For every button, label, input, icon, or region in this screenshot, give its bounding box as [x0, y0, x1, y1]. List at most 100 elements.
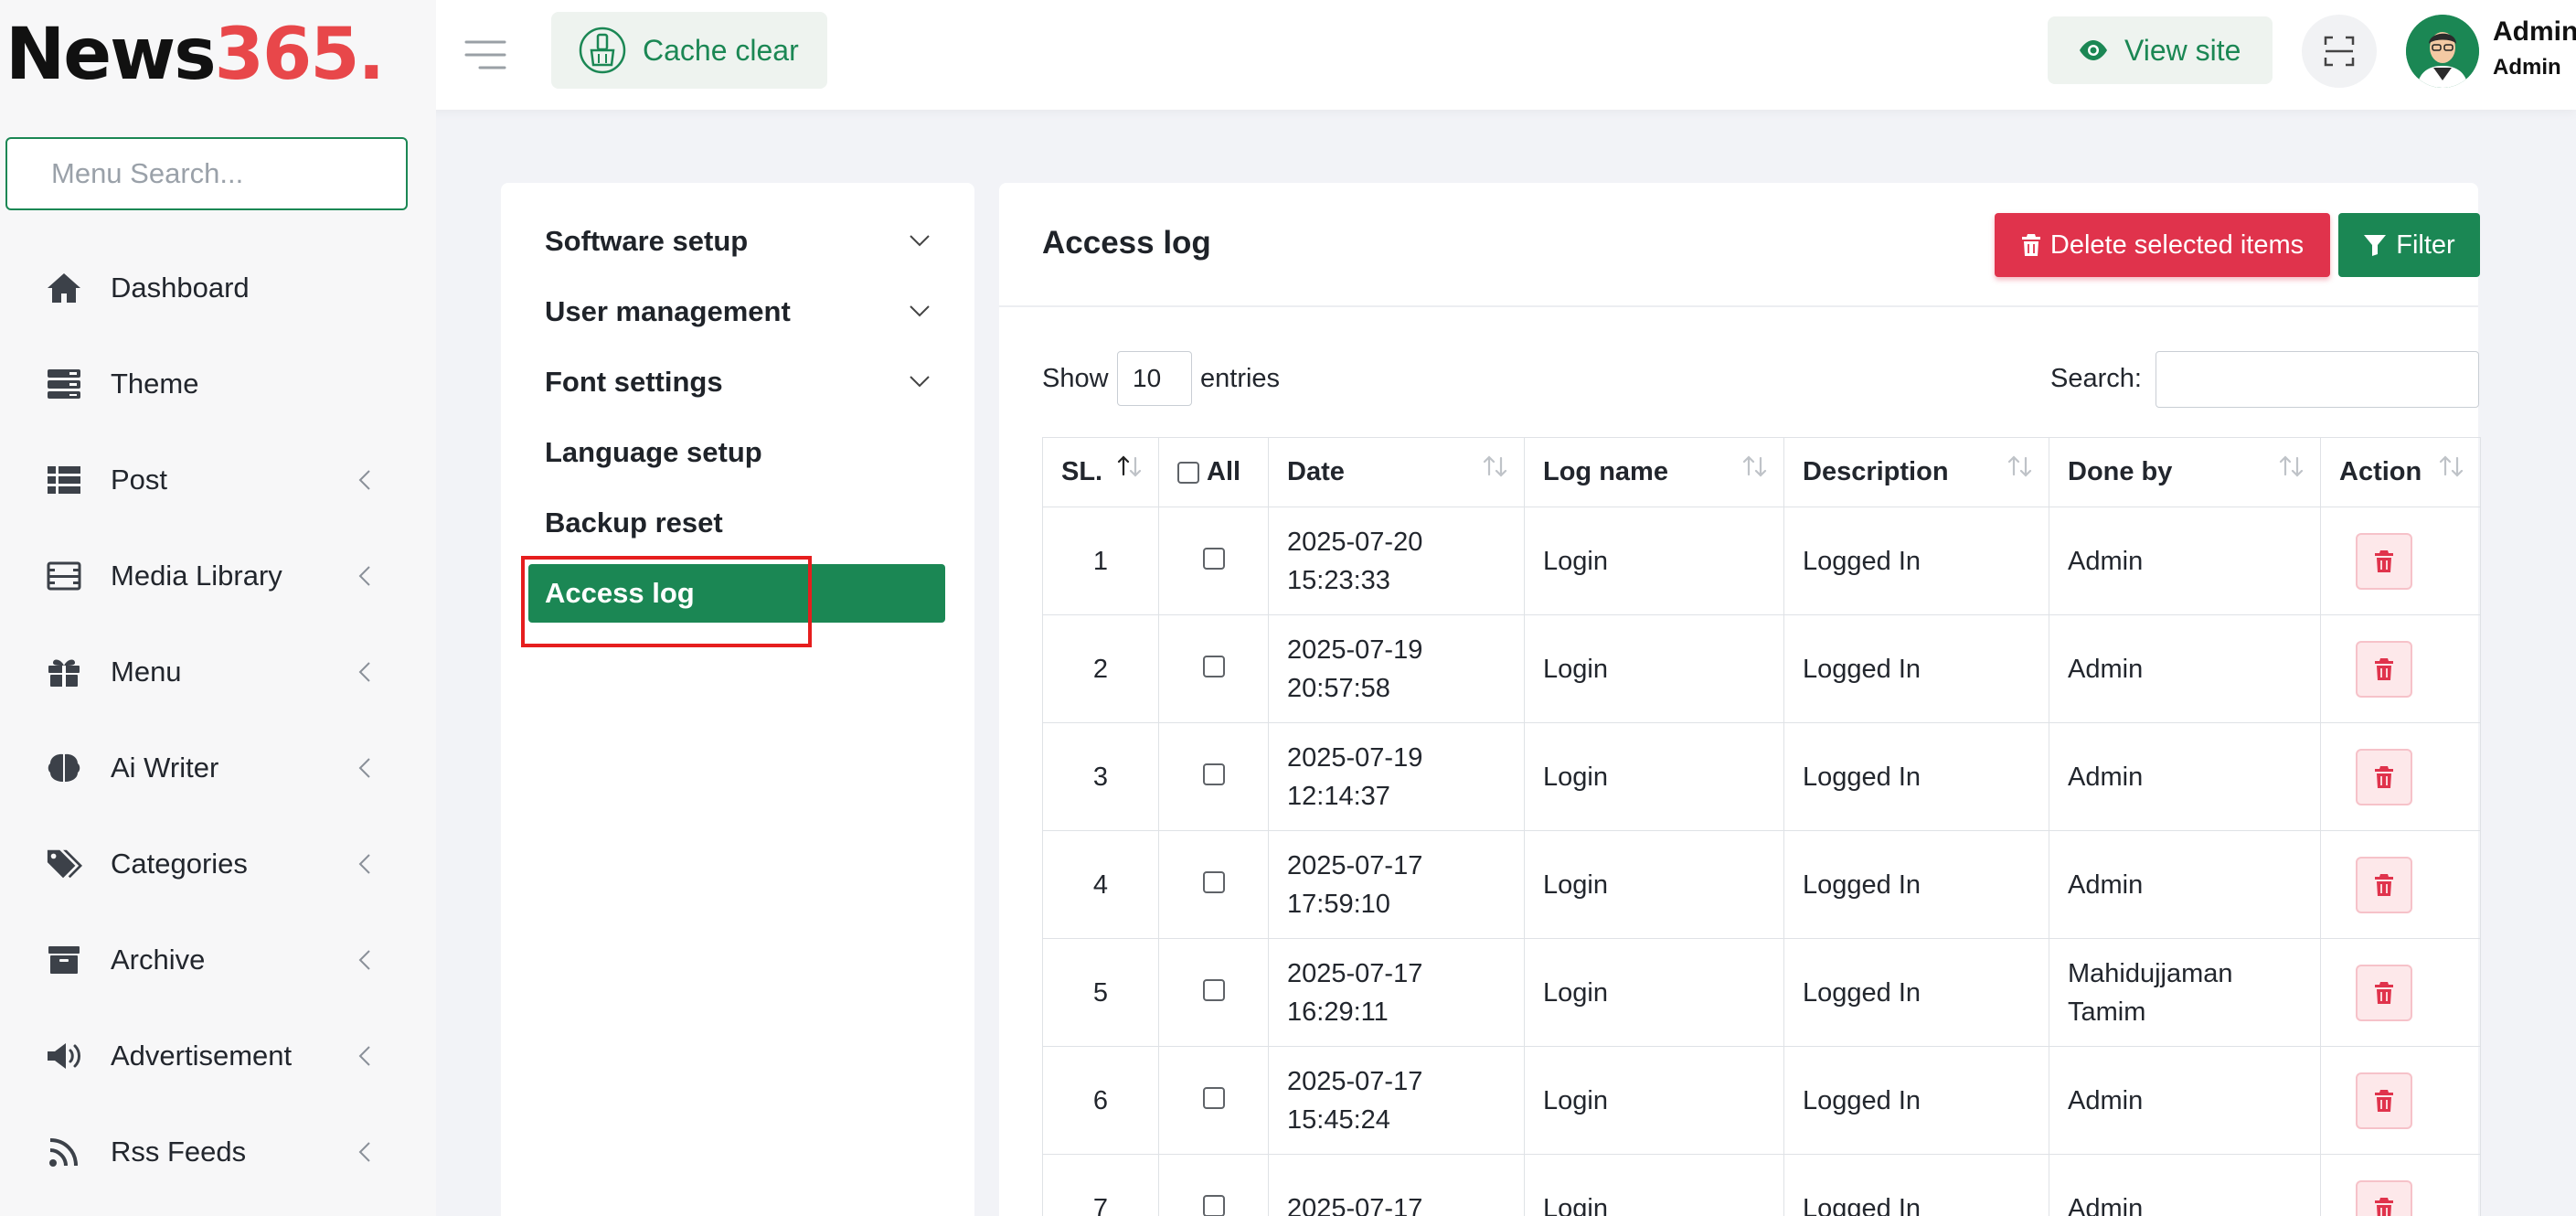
broom-icon [579, 27, 626, 74]
delete-row-button[interactable] [2356, 964, 2412, 1021]
cell-action [2320, 938, 2481, 1047]
row-checkbox[interactable] [1202, 1086, 1225, 1109]
sidebar-item-label: Dashboard [111, 271, 250, 304]
column-header-select-all[interactable]: All [1158, 437, 1269, 507]
trash-icon [2021, 233, 2041, 257]
sidebar: Dashboard Theme Post Media Library [0, 110, 436, 1216]
sidebar-item-dashboard[interactable]: Dashboard [0, 240, 436, 336]
column-header-date[interactable]: Date [1268, 437, 1525, 507]
delete-selected-button[interactable]: Delete selected items [1995, 213, 2330, 277]
date-text: 2025-07-17 [1287, 958, 1423, 988]
cell-done-by: Admin [2049, 830, 2321, 939]
filter-label: Filter [2396, 229, 2455, 260]
column-header-description[interactable]: Description [1783, 437, 2049, 507]
date-text: 2025-07-17 [1287, 1193, 1423, 1216]
cell-action [2320, 830, 2481, 939]
sidebar-item-categories[interactable]: Categories [0, 816, 436, 912]
sidebar-item-theme[interactable]: Theme [0, 336, 436, 432]
chevron-down-icon[interactable] [909, 375, 931, 388]
sidebar-item-advertisement[interactable]: Advertisement [0, 1008, 436, 1104]
cell-action [2320, 1046, 2481, 1155]
table-row: 4 2025-07-17 17:59:10 Login Logged In Admin [1042, 830, 2481, 939]
cell-select [1158, 1154, 1269, 1216]
sidebar-nav: Dashboard Theme Post Media Library Menu … [0, 240, 436, 1200]
sidebar-item-rss-feeds[interactable]: Rss Feeds [0, 1104, 436, 1200]
row-checkbox[interactable] [1202, 978, 1225, 1001]
logo-area: News365. [0, 0, 436, 110]
view-site-label: View site [2124, 33, 2241, 67]
column-header-log-name[interactable]: Log name [1524, 437, 1784, 507]
sidebar-item-media-library[interactable]: Media Library [0, 528, 436, 624]
sidebar-item-ai-writer[interactable]: Ai Writer [0, 720, 436, 816]
row-checkbox[interactable] [1202, 870, 1225, 893]
column-header-label: Date [1287, 457, 1345, 486]
trash-icon [2374, 981, 2394, 1005]
hamburger-menu-icon[interactable] [459, 27, 512, 82]
delete-row-button[interactable] [2356, 532, 2412, 590]
sidebar-item-label: Advertisement [111, 1039, 293, 1072]
done-by-text: Admin [2068, 869, 2144, 900]
gift-icon [46, 654, 82, 690]
date-text: 2025-07-17 [1287, 850, 1423, 880]
cell-sl: 3 [1042, 722, 1159, 831]
cell-action [2320, 722, 2481, 831]
cache-clear-button[interactable]: Cache clear [551, 12, 827, 89]
select-all-checkbox[interactable] [1177, 461, 1199, 484]
filter-button[interactable]: Filter [2338, 213, 2480, 277]
delete-row-button[interactable] [2356, 1179, 2412, 1216]
time-text: 17:59:10 [1287, 889, 1390, 919]
cell-done-by: Admin [2049, 507, 2321, 615]
settings-item-backup-reset[interactable]: Backup reset [545, 507, 723, 539]
home-icon [46, 270, 82, 306]
chevron-down-icon[interactable] [909, 234, 931, 247]
user-name[interactable]: Admin [2493, 16, 2576, 48]
delete-row-button[interactable] [2356, 640, 2412, 698]
row-checkbox[interactable] [1202, 655, 1225, 677]
done-by-text: Admin [2068, 762, 2144, 792]
settings-item-software-setup[interactable]: Software setup [545, 225, 748, 258]
cell-date: 2025-07-19 20:57:58 [1268, 614, 1525, 723]
cell-date: 2025-07-17 [1268, 1154, 1525, 1216]
sidebar-item-menu[interactable]: Menu [0, 624, 436, 720]
menu-search-input[interactable] [5, 137, 408, 210]
avatar[interactable] [2406, 15, 2479, 88]
sidebar-item-label: Theme [111, 367, 199, 400]
trash-icon [2374, 657, 2394, 681]
view-site-button[interactable]: View site [2048, 16, 2273, 84]
row-checkbox[interactable] [1202, 547, 1225, 570]
entries-select[interactable]: 10 [1117, 351, 1192, 406]
settings-item-font-settings[interactable]: Font settings [545, 366, 723, 399]
sort-icon [2007, 454, 2034, 478]
cell-log-name: Login [1524, 1046, 1784, 1155]
delete-row-button[interactable] [2356, 748, 2412, 805]
row-checkbox[interactable] [1202, 1194, 1225, 1216]
done-by-text: Admin [2068, 546, 2144, 576]
cell-date: 2025-07-17 15:45:24 [1268, 1046, 1525, 1155]
settings-item-user-management[interactable]: User management [545, 295, 791, 328]
column-header-sl[interactable]: SL. [1042, 437, 1159, 507]
sidebar-item-archive[interactable]: Archive [0, 912, 436, 1008]
column-header-label: Description [1803, 457, 1949, 486]
table-row: 2 2025-07-19 20:57:58 Login Logged In Admin [1042, 614, 2481, 723]
fullscreen-icon[interactable] [2302, 15, 2377, 88]
sidebar-item-label: Rss Feeds [111, 1135, 247, 1168]
chevron-left-icon [358, 853, 371, 875]
filter-icon [2363, 233, 2387, 257]
logo[interactable]: News365. [5, 19, 385, 91]
chevron-left-icon [358, 469, 371, 491]
column-header-done-by[interactable]: Done by [2049, 437, 2321, 507]
delete-row-button[interactable] [2356, 856, 2412, 913]
column-header-action[interactable]: Action [2320, 437, 2481, 507]
sidebar-item-post[interactable]: Post [0, 432, 436, 528]
settings-item-language-setup[interactable]: Language setup [545, 436, 762, 469]
cell-sl: 1 [1042, 507, 1159, 615]
delete-row-button[interactable] [2356, 1072, 2412, 1129]
cell-log-name: Login [1524, 830, 1784, 939]
cell-log-name: Login [1524, 507, 1784, 615]
row-checkbox[interactable] [1202, 763, 1225, 785]
chevron-down-icon[interactable] [909, 304, 931, 317]
settings-menu-card: Software setup User management Font sett… [501, 183, 974, 1216]
cell-description: Logged In [1783, 1154, 2049, 1216]
trash-icon [2374, 549, 2394, 573]
table-search-input[interactable] [2156, 351, 2479, 408]
